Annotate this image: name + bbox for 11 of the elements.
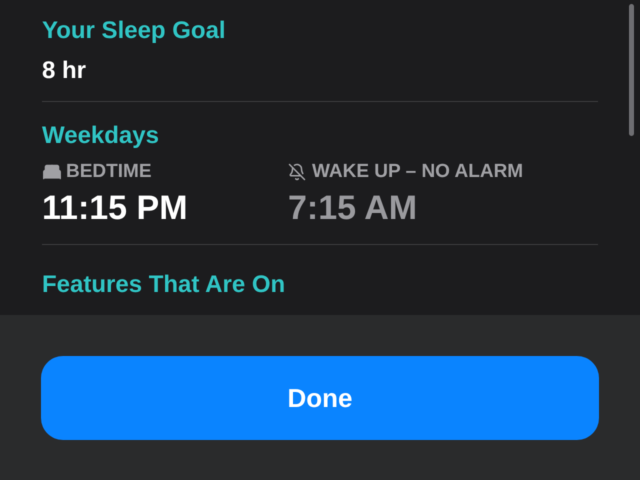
section-heading: Your Sleep Goal bbox=[42, 17, 227, 45]
time-value: 11:15 PM bbox=[42, 188, 189, 228]
section-heading: Weekdays bbox=[42, 122, 160, 150]
bed-icon bbox=[42, 162, 62, 182]
time-value: 7:15 AM bbox=[288, 188, 418, 228]
section-heading: Features That Are On bbox=[42, 271, 286, 299]
bell-off-icon bbox=[288, 163, 306, 181]
done-button[interactable]: Done bbox=[41, 356, 599, 440]
sleep-goal-value: 8 hr bbox=[42, 57, 88, 85]
time-label: WAKE UP – NO ALARM bbox=[312, 160, 524, 184]
time-label: BEDTIME bbox=[66, 160, 152, 184]
